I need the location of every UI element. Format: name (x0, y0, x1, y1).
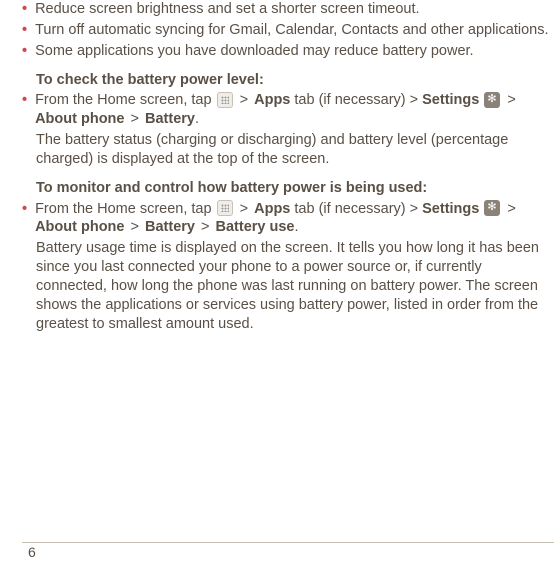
gear-icon (484, 92, 500, 108)
about-phone-label: About phone (35, 219, 124, 235)
about-phone-label: About phone (35, 111, 124, 127)
nav-path-monitor-battery: • From the Home screen, tap > Apps tab (… (22, 200, 554, 238)
battery-label: Battery (145, 111, 195, 127)
bullet-dot: • (22, 91, 27, 129)
nav-path-text: From the Home screen, tap > Apps tab (if… (35, 91, 554, 129)
battery-use-label: Battery use (216, 219, 295, 235)
bullet-item: • Reduce screen brightness and set a sho… (22, 0, 554, 19)
bullet-dot: • (22, 21, 27, 40)
separator: > (126, 219, 143, 235)
separator: > (236, 201, 253, 217)
settings-label: Settings (422, 92, 479, 108)
apps-label: Apps (254, 201, 290, 217)
bullet-text: Turn off automatic syncing for Gmail, Ca… (35, 21, 554, 40)
tab-suffix: tab (if necessary) > (290, 201, 422, 217)
bullet-dot: • (22, 42, 27, 61)
section-heading-check-battery: To check the battery power level: (22, 71, 554, 90)
section-heading-monitor-battery: To monitor and control how battery power… (22, 179, 554, 198)
separator: > (503, 201, 516, 217)
page-number: 6 (28, 543, 36, 561)
apps-drawer-icon (217, 92, 233, 108)
tab-suffix: tab (if necessary) > (290, 92, 422, 108)
apps-label: Apps (254, 92, 290, 108)
bullet-text: Reduce screen brightness and set a short… (35, 0, 554, 19)
nav-prefix: From the Home screen, tap (35, 92, 216, 108)
battery-label: Battery (145, 219, 195, 235)
battery-usage-paragraph: Battery usage time is displayed on the s… (22, 239, 554, 333)
separator: > (503, 92, 516, 108)
bullet-item: • Turn off automatic syncing for Gmail, … (22, 21, 554, 40)
period: . (195, 111, 199, 127)
gear-icon (484, 200, 500, 216)
nav-path-check-battery: • From the Home screen, tap > Apps tab (… (22, 91, 554, 129)
bullet-dot: • (22, 200, 27, 238)
settings-label: Settings (422, 201, 479, 217)
separator: > (126, 111, 143, 127)
bullet-dot: • (22, 0, 27, 19)
footer-rule (22, 542, 554, 543)
battery-status-paragraph: The battery status (charging or discharg… (22, 131, 554, 169)
nav-path-text: From the Home screen, tap > Apps tab (if… (35, 200, 554, 238)
bullet-text: Some applications you have downloaded ma… (35, 42, 554, 61)
apps-drawer-icon (217, 200, 233, 216)
bullet-item: • Some applications you have downloaded … (22, 42, 554, 61)
separator: > (197, 219, 214, 235)
separator: > (236, 92, 253, 108)
period: . (295, 219, 299, 235)
nav-prefix: From the Home screen, tap (35, 201, 216, 217)
